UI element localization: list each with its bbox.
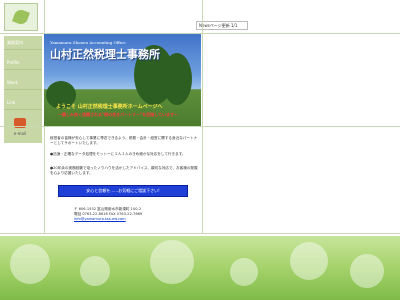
hero-banner: Yamamura Shonen Accounting Office 山村正然税理…	[44, 33, 201, 126]
nav-item-week[interactable]: Week	[4, 76, 42, 90]
banner-welcome: ようこそ 山村正然税理士事務所ホームページへ	[56, 104, 163, 110]
tree-graphic	[162, 53, 192, 105]
divider	[0, 33, 400, 34]
email-address-link[interactable]: info@yamamura.tax-ew.com	[74, 217, 142, 222]
contact-button[interactable]: 安心と信頼を……お気軽にご相談下さい!	[58, 185, 188, 197]
bullet-item: ●20年余の実務経験で培ったノウハウを活かしたアドバイス、親切な対応で、お客様の…	[50, 166, 198, 175]
address-block: 〒 606-1552 富山県射水市新湊町 100-2 電話 0763-22-86…	[74, 207, 142, 222]
bullet-item: ●迅速・正確なデータ処理をモットーに１人１人のきめ細かな対応をして行きます。	[50, 152, 186, 156]
footer-leaf-background	[0, 236, 400, 300]
nav-item-label: Profile	[7, 60, 20, 65]
nav-item-label: Week	[7, 80, 18, 85]
left-column: 業務案内 Profile Week Link e-mail	[0, 0, 45, 233]
nav-item-link[interactable]: Link	[4, 96, 42, 110]
nav-item-label: Link	[7, 100, 16, 105]
header-bar: Newsページ更新 1/1	[44, 0, 248, 33]
leaf-bokeh	[10, 244, 50, 284]
leaf-bokeh	[230, 258, 258, 286]
divider	[0, 126, 400, 127]
email-label: e-mail	[13, 131, 27, 136]
email-link-box[interactable]: e-mail	[4, 118, 36, 142]
leaf-bokeh	[350, 254, 384, 288]
logo[interactable]	[4, 3, 38, 31]
leaf-bokeh	[80, 256, 110, 286]
banner-subtitle: Yamamura Shonen Accounting Office	[50, 40, 126, 45]
page: 業務案内 Profile Week Link e-mail Newsページ更新 …	[0, 0, 400, 300]
right-empty-area	[202, 0, 400, 233]
banner-tagline: ～親しみ良く信頼される"税の良きパートナー"を目指しています～	[58, 112, 179, 117]
leaf-icon	[12, 8, 30, 26]
intro-paragraph: 経営者の皆様が安心して事業に専念できるよう、税務・会計・経営に関する身近なパート…	[50, 136, 198, 145]
divider	[0, 233, 400, 234]
nav-item-profile[interactable]: Profile	[4, 56, 42, 70]
leaf-bokeh	[150, 240, 194, 284]
main-content: 経営者の皆様が安心して事業に専念できるよう、税務・会計・経営に関する身近なパート…	[44, 126, 201, 233]
nav-item-services[interactable]: 業務案内	[4, 36, 42, 50]
nav-item-label: 業務案内	[7, 40, 23, 45]
banner-title: 山村正然税理士事務所	[50, 48, 160, 61]
leaf-bokeh	[290, 242, 328, 280]
